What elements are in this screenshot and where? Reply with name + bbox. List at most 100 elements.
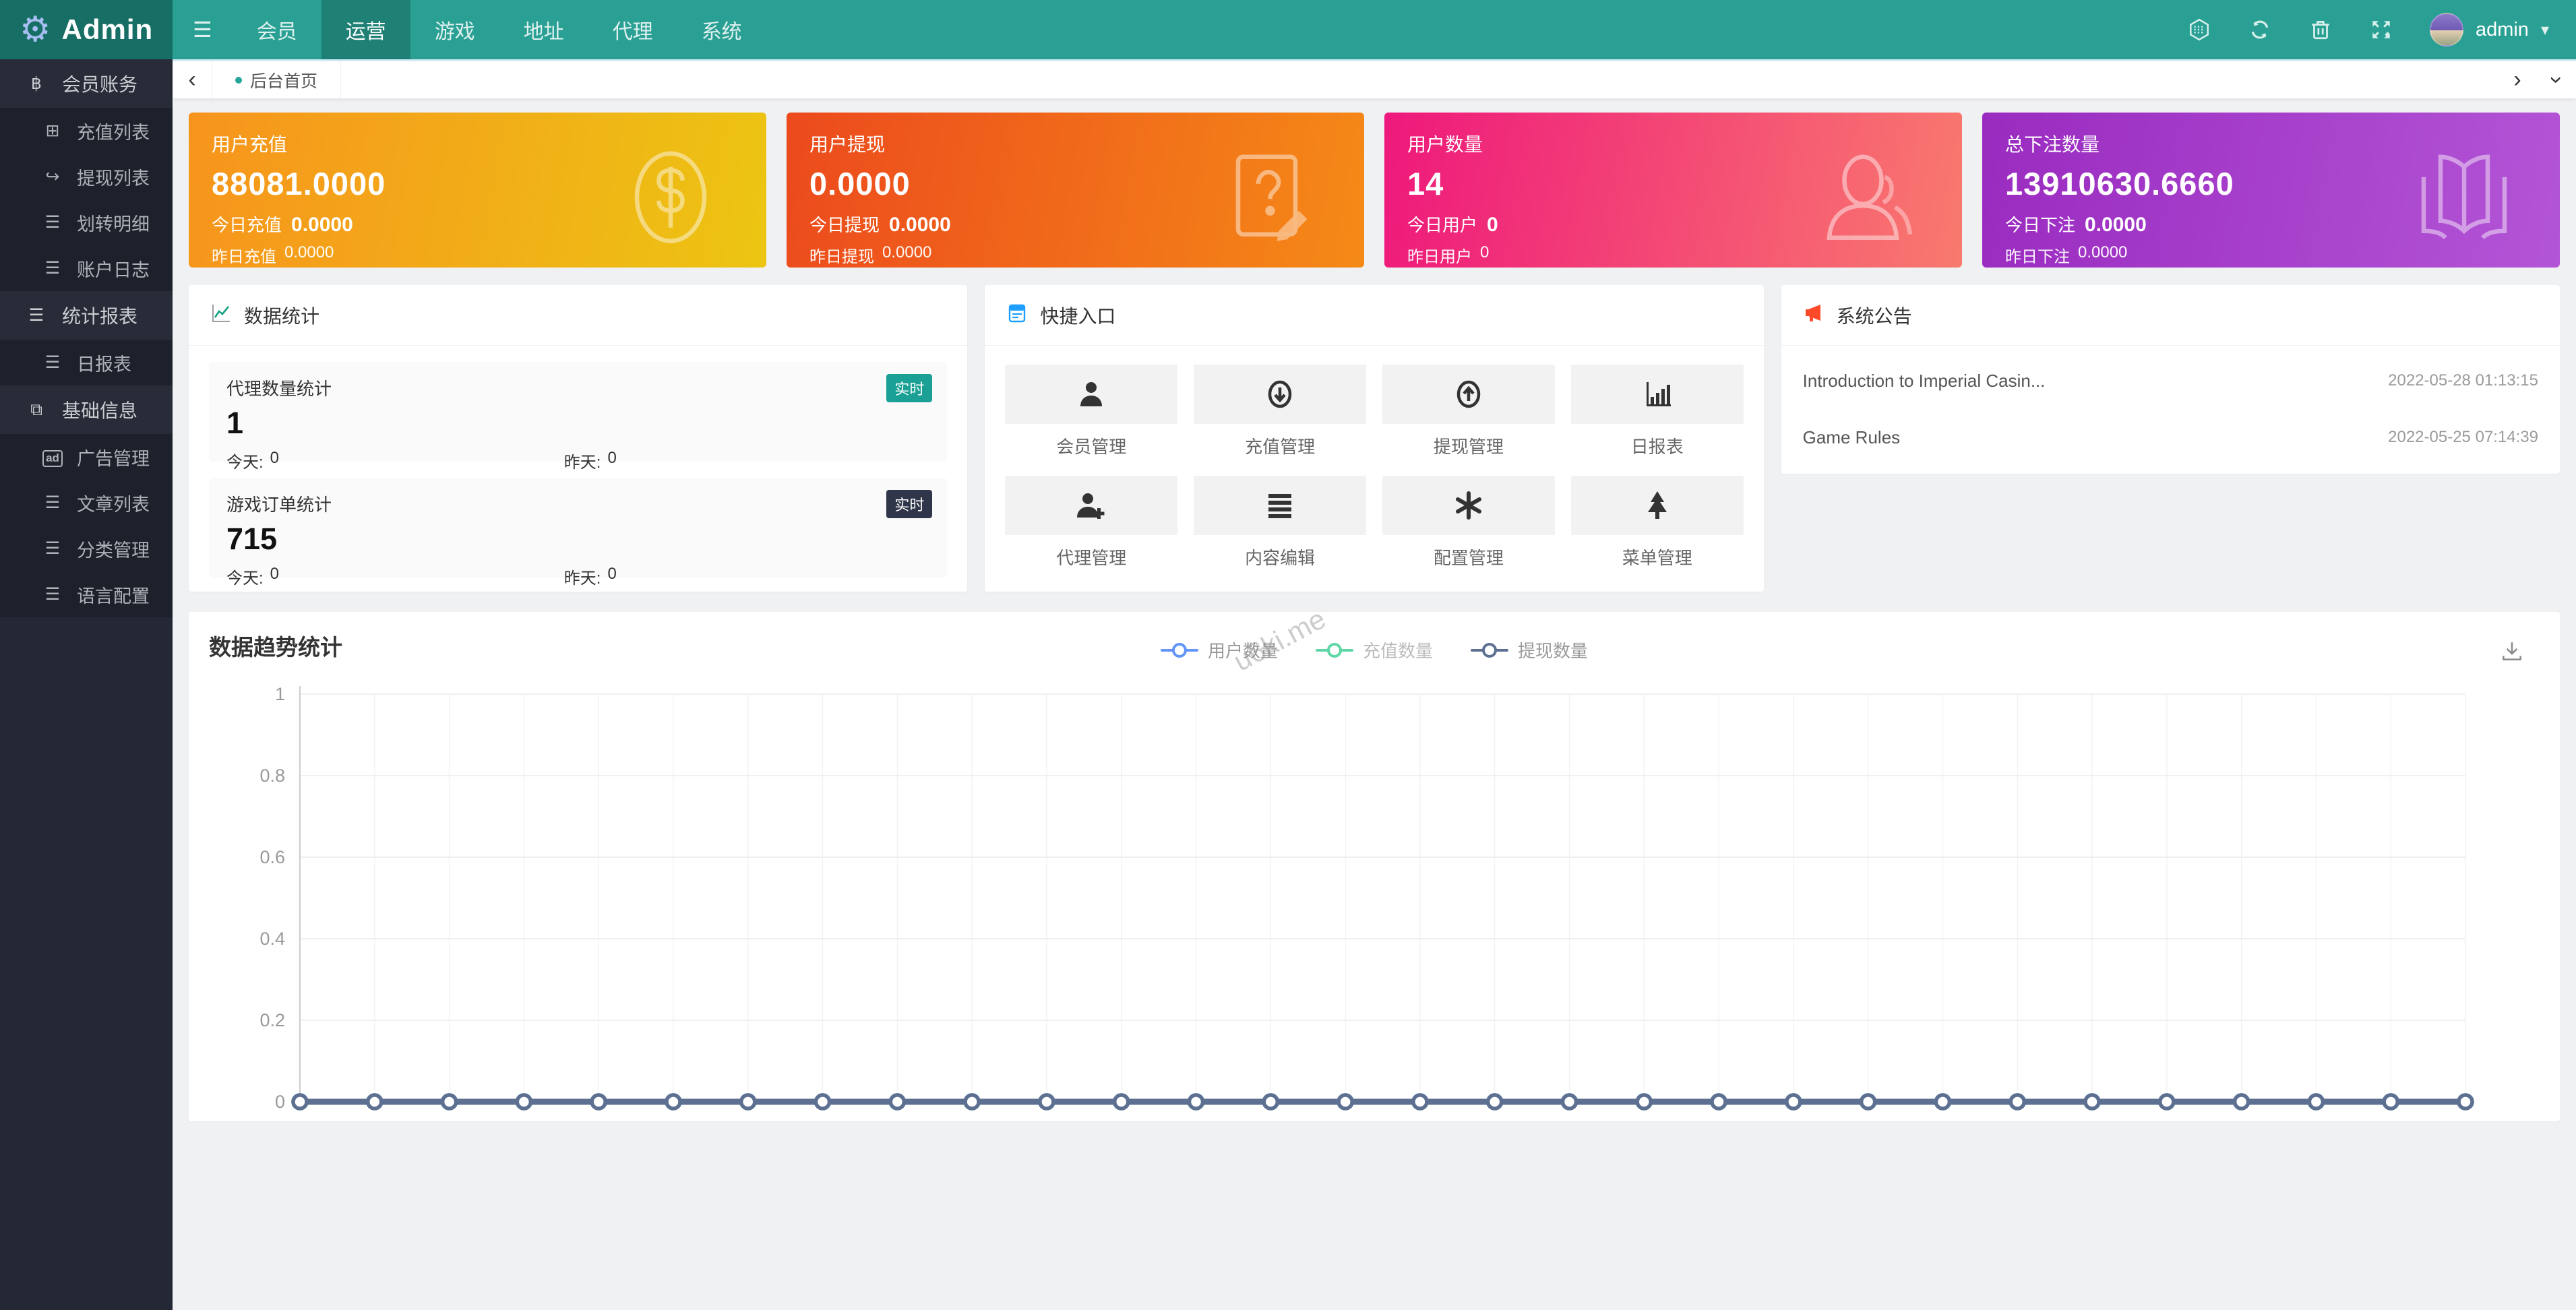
nav-item-agent[interactable]: 代理 xyxy=(588,0,677,59)
sidebar-item-category-management[interactable]: ☰ 分类管理 xyxy=(0,526,173,571)
quick-link-agent-management[interactable]: 代理管理 xyxy=(1005,476,1177,569)
sidebar-item-recharge-list[interactable]: ⊞ 充值列表 xyxy=(0,108,173,154)
legend-user-count[interactable]: 用户数量 xyxy=(1161,637,1278,662)
stat-card-user-withdraw: 用户提现 0.0000 今日提现0.0000 昨日提现0.0000 xyxy=(787,113,1364,268)
avatar xyxy=(2430,13,2463,46)
tab-scroll-right-icon[interactable]: › xyxy=(2498,61,2537,98)
svg-text:0.4: 0.4 xyxy=(259,929,285,949)
announcement-item[interactable]: Game Rules 2022-05-25 07:14:39 xyxy=(1803,409,2538,466)
svg-text:6日: 6日 xyxy=(659,1118,687,1119)
svg-text:23日: 23日 xyxy=(1924,1118,1962,1119)
trend-line-chart: 00.20.40.60.811日2日3日4日5日6日7日8日9日10日11日12… xyxy=(189,674,2560,1119)
tab-active-dot xyxy=(235,77,242,84)
quick-link-daily-report[interactable]: 日报表 xyxy=(1571,365,1744,458)
svg-text:26日: 26日 xyxy=(2147,1118,2186,1119)
sidebar-item-account-log[interactable]: ☰ 账户日志 xyxy=(0,245,173,291)
svg-text:20日: 20日 xyxy=(1700,1118,1738,1119)
nav-item-game[interactable]: 游戏 xyxy=(410,0,499,59)
quick-link-config-management[interactable]: 配置管理 xyxy=(1382,476,1555,569)
refresh-icon[interactable] xyxy=(2248,18,2272,42)
tab-dashboard[interactable]: 后台首页 xyxy=(212,61,341,98)
svg-text:16日: 16日 xyxy=(1401,1118,1439,1119)
nav-item-member[interactable]: 会员 xyxy=(233,0,321,59)
svg-text:0.2: 0.2 xyxy=(259,1010,285,1030)
plus-square-icon: ⊞ xyxy=(39,121,66,141)
game-orders-card: 游戏订单统计 实时 715 今天:0 昨天:0 xyxy=(209,478,947,578)
gear-logo-icon: ⚙ xyxy=(20,12,51,47)
username: admin xyxy=(2476,19,2529,41)
file-question-edit-icon xyxy=(1215,144,1322,255)
nav-item-system[interactable]: 系统 xyxy=(677,0,766,59)
app-title: Admin xyxy=(61,13,153,46)
copy-icon: ⧉ xyxy=(23,400,50,420)
announcements-panel: 系统公告 Introduction to Imperial Casin... 2… xyxy=(1781,285,2560,474)
quick-entry-panel: 快捷入口 会员管理 充值管理 提现管理 日报表 xyxy=(985,285,1763,592)
svg-text:22日: 22日 xyxy=(1849,1118,1887,1119)
sidebar-item-article-list[interactable]: ☰ 文章列表 xyxy=(0,480,173,526)
quick-link-menu-management[interactable]: 菜单管理 xyxy=(1571,476,1744,569)
sidebar-item-language-config[interactable]: ☰ 语言配置 xyxy=(0,571,173,617)
sidebar-toggle-icon[interactable]: ☰ xyxy=(173,0,233,59)
svg-text:1日: 1日 xyxy=(286,1118,314,1119)
svg-text:3日: 3日 xyxy=(435,1118,464,1119)
hexagon-theme-icon[interactable] xyxy=(2187,18,2211,42)
chart-legend: 用户数量 充值数量 提现数量 xyxy=(1161,637,1588,662)
svg-text:12日: 12日 xyxy=(1102,1118,1140,1119)
user-icon xyxy=(1075,378,1107,410)
app-window-icon xyxy=(1006,303,1028,328)
quick-link-member-management[interactable]: 会员管理 xyxy=(1005,365,1177,458)
list-icon: ☰ xyxy=(39,352,66,373)
panels-row: 数据统计 代理数量统计 实时 1 今天:0 昨天:0 游戏订单统计 实时 715 xyxy=(189,285,2560,592)
bitcoin-icon: ฿ xyxy=(23,73,50,94)
tab-scroll-left-icon[interactable]: ‹ xyxy=(173,61,212,98)
sidebar-group: ⊞ 充值列表 ↪ 提现列表 ☰ 划转明细 ☰ 账户日志 xyxy=(0,108,173,291)
arrow-down-circle-icon xyxy=(1264,378,1296,410)
list-icon: ☰ xyxy=(39,258,66,278)
svg-text:29日: 29日 xyxy=(2372,1118,2410,1119)
sidebar-item-transfer-detail[interactable]: ☰ 划转明细 xyxy=(0,199,173,245)
svg-text:9日: 9日 xyxy=(883,1118,911,1119)
list-icon: ☰ xyxy=(39,212,66,232)
sidebar: ฿ 会员账务 ⊞ 充值列表 ↪ 提现列表 ☰ 划转明细 ☰ 账户日志 ☰ 统计报… xyxy=(0,59,173,1310)
download-icon[interactable] xyxy=(2499,639,2525,668)
svg-text:0: 0 xyxy=(275,1092,285,1112)
fullscreen-icon[interactable] xyxy=(2369,18,2393,42)
agent-count-card: 代理数量统计 实时 1 今天:0 昨天:0 xyxy=(209,362,947,462)
bar-chart-icon xyxy=(1641,378,1674,410)
svg-text:27日: 27日 xyxy=(2222,1118,2261,1119)
sidebar-item-ad-management[interactable]: ad 广告管理 xyxy=(0,434,173,480)
list-icon: ☰ xyxy=(39,584,66,604)
navbar-actions: admin ▾ xyxy=(2187,0,2576,59)
quick-link-recharge-management[interactable]: 充值管理 xyxy=(1194,365,1366,458)
sidebar-group: ad 广告管理 ☰ 文章列表 ☰ 分类管理 ☰ 语言配置 xyxy=(0,434,173,617)
sidebar-item-daily-report[interactable]: ☰ 日报表 xyxy=(0,340,173,385)
legend-withdraw-count[interactable]: 提现数量 xyxy=(1471,637,1588,662)
sidebar-section-statistics[interactable]: ☰ 统计报表 xyxy=(0,291,173,340)
stat-cards-row: 用户充值 88081.0000 今日充值0.0000 昨日充值0.0000 用户… xyxy=(189,113,2560,268)
quick-link-withdraw-management[interactable]: 提现管理 xyxy=(1382,365,1555,458)
share-arrow-icon: ↪ xyxy=(39,166,66,187)
arrow-up-circle-icon xyxy=(1452,378,1485,410)
top-navbar: ⚙ Admin ☰ 会员 运营 游戏 地址 代理 系统 admin ▾ xyxy=(0,0,2576,59)
legend-recharge-count[interactable]: 充值数量 xyxy=(1316,637,1433,662)
quick-link-content-edit[interactable]: 内容编辑 xyxy=(1194,476,1366,569)
nav-item-operation[interactable]: 运营 xyxy=(321,0,410,59)
main-menu: ☰ 会员 运营 游戏 地址 代理 系统 xyxy=(173,0,766,59)
sidebar-section-member-accounting[interactable]: ฿ 会员账务 xyxy=(0,59,173,108)
svg-text:7日: 7日 xyxy=(734,1118,762,1119)
panel-title: 快捷入口 xyxy=(1040,302,1115,329)
nav-item-address[interactable]: 地址 xyxy=(499,0,588,59)
user-menu[interactable]: admin ▾ xyxy=(2430,13,2549,46)
tab-menu-chevron-icon[interactable]: › xyxy=(2538,61,2575,100)
sidebar-item-withdraw-list[interactable]: ↪ 提现列表 xyxy=(0,154,173,199)
app-logo[interactable]: ⚙ Admin xyxy=(0,0,173,59)
sidebar-section-basic-info[interactable]: ⧉ 基础信息 xyxy=(0,385,173,434)
svg-text:10日: 10日 xyxy=(953,1118,991,1119)
announcement-item[interactable]: Introduction to Imperial Casin... 2022-0… xyxy=(1803,352,2538,409)
svg-text:18日: 18日 xyxy=(1550,1118,1589,1119)
tab-spacer xyxy=(341,61,2498,98)
trash-icon[interactable] xyxy=(2308,18,2333,42)
svg-text:11日: 11日 xyxy=(1028,1118,1065,1119)
megaphone-icon xyxy=(1803,303,1824,328)
user-plus-icon xyxy=(1075,489,1107,522)
